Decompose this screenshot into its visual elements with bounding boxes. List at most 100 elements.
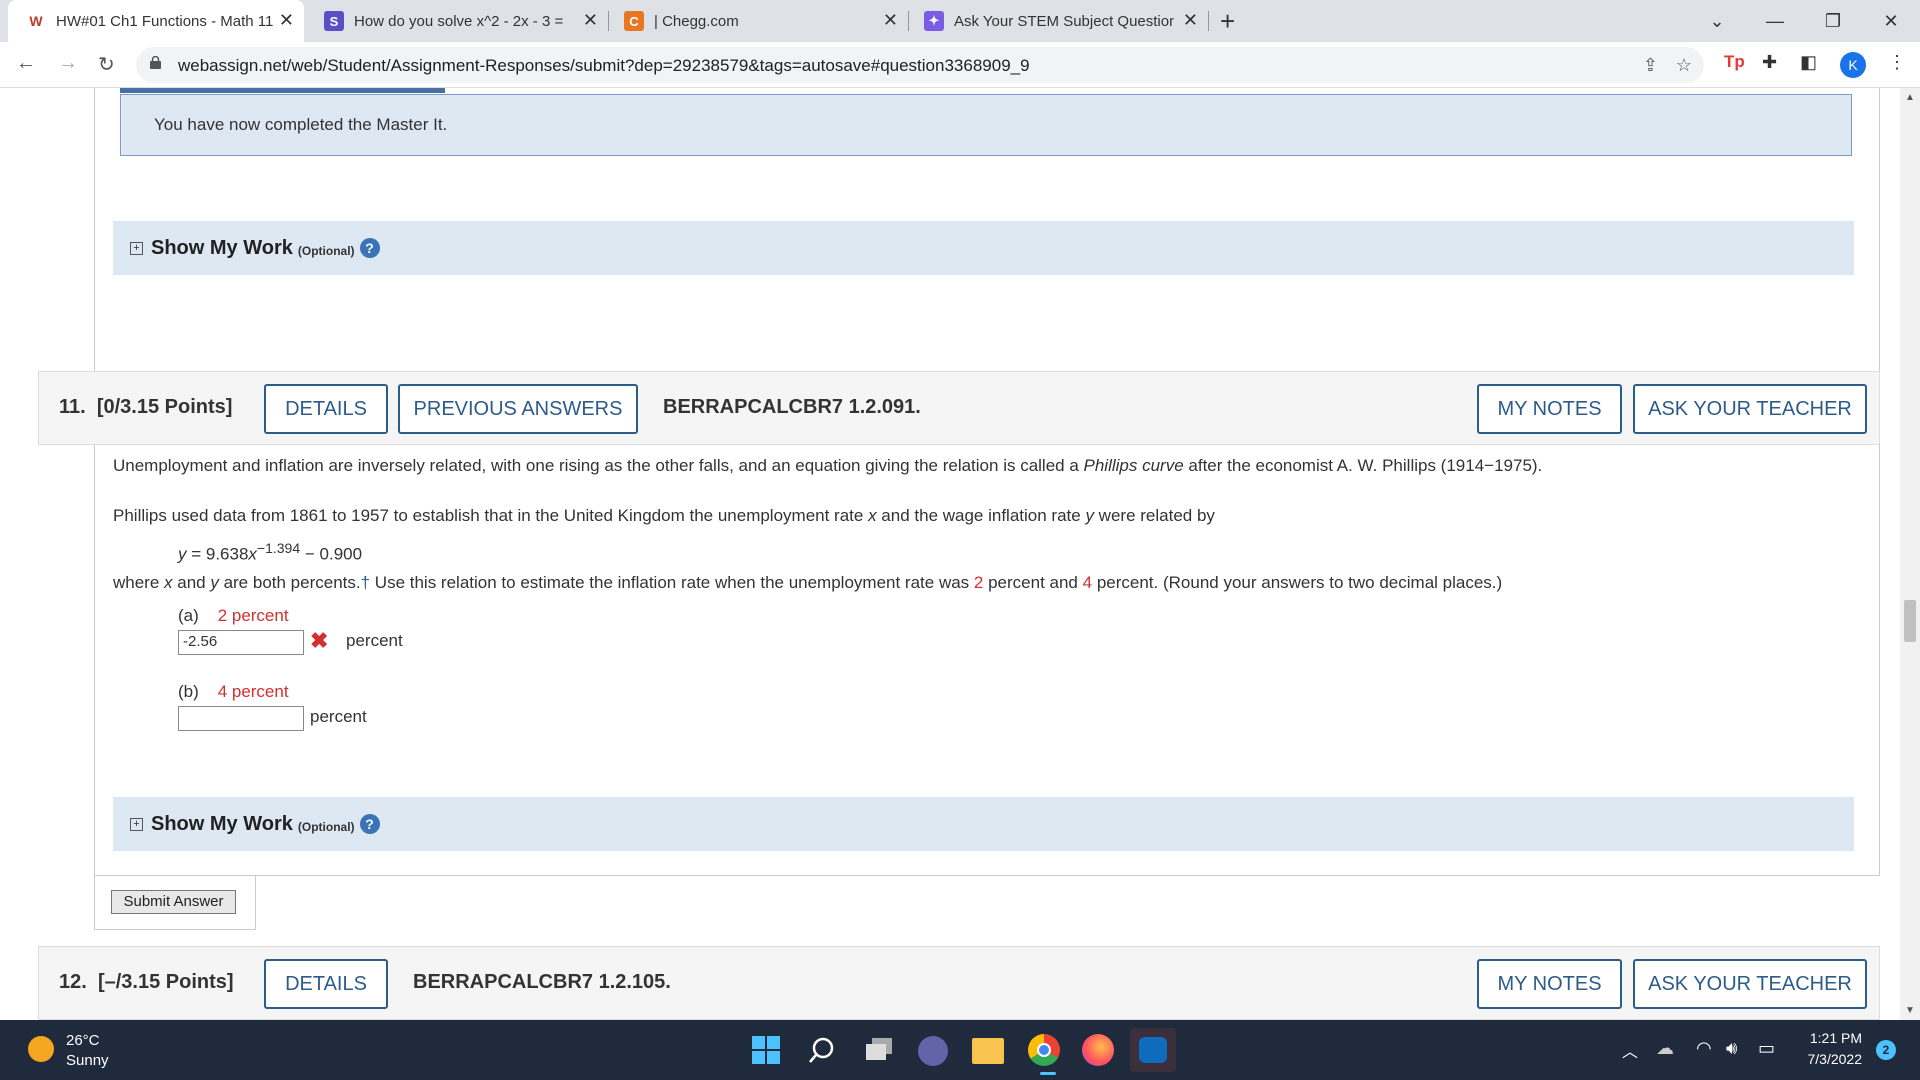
window-controls: ⌄ — ❐ ✕ — [1688, 0, 1920, 42]
tab-title: | Chegg.com — [654, 12, 739, 30]
extensions-puzzle-icon[interactable]: ✚ — [1762, 52, 1777, 73]
question-11-header: 11. [0/3.15 Points] DETAILS PREVIOUS ANS… — [38, 371, 1880, 445]
close-window-icon[interactable]: ✕ — [1862, 11, 1920, 32]
chrome-icon[interactable] — [1028, 1034, 1060, 1066]
ask-your-teacher-button[interactable]: ASK YOUR TEACHER — [1633, 384, 1867, 434]
teams-chat-icon[interactable] — [918, 1036, 948, 1066]
details-button[interactable]: DETAILS — [264, 959, 388, 1009]
question-number: 11. [0/3.15 Points] — [59, 396, 233, 418]
volume-icon[interactable]: 🔊︎ — [1726, 1038, 1737, 1059]
firefox-icon[interactable] — [1082, 1034, 1114, 1066]
previous-answers-button[interactable]: PREVIOUS ANSWERS — [398, 384, 638, 434]
part-a-answer-input[interactable]: -2.56 — [178, 630, 304, 655]
help-icon[interactable]: ? — [359, 814, 380, 834]
scroll-down-icon[interactable]: ▼ — [1905, 1005, 1915, 1016]
submit-answer-button[interactable]: Submit Answer — [111, 890, 236, 914]
browser-toolbar: ← → ↻ webassign.net/web/Student/Assignme… — [0, 42, 1920, 88]
clock-date[interactable]: 7/3/2022 — [1800, 1051, 1863, 1067]
phillips-equation: y = 9.638x−1.394 − 0.900 — [178, 540, 363, 564]
part-b-answer-input[interactable] — [178, 706, 304, 731]
question-paragraph-3: where x and y are both percents.† Use th… — [113, 573, 1503, 592]
file-explorer-icon[interactable] — [972, 1038, 1004, 1064]
question-code: BERRAPCALCBR7 1.2.091. — [663, 396, 921, 418]
lock-icon — [150, 56, 161, 69]
question-number: 12. [–/3.15 Points] — [59, 971, 234, 993]
page-content: You have now completed the Master It. + … — [0, 88, 1900, 1020]
tab-chegg[interactable]: C | Chegg.com ✕ — [612, 0, 908, 42]
notification-badge[interactable]: 2 — [1876, 1040, 1896, 1060]
question-paragraph-2: Phillips used data from 1861 to 1957 to … — [113, 506, 1215, 525]
tp-extension-icon[interactable]: Tp — [1724, 52, 1745, 72]
close-tab-icon[interactable]: ✕ — [279, 10, 294, 31]
reload-icon[interactable]: ↻ — [98, 52, 115, 77]
close-tab-icon[interactable]: ✕ — [883, 10, 898, 31]
scroll-thumb[interactable] — [1904, 600, 1916, 642]
tab-stem[interactable]: ✦ Ask Your STEM Subject Question ✕ — [912, 0, 1208, 42]
menu-kebab-icon[interactable]: ⋮ — [1888, 52, 1906, 73]
show-my-work-bar[interactable]: + Show My Work (Optional) ? — [113, 221, 1854, 275]
optional-label: (Optional) — [297, 819, 355, 834]
search-icon[interactable] — [808, 1036, 836, 1069]
part-a-unit: percent — [346, 631, 403, 650]
tab-strip: W HW#01 Ch1 Functions - Math 11 ✕ S How … — [0, 0, 1920, 42]
weather-condition[interactable]: Sunny — [66, 1052, 109, 1069]
url-text: webassign.net/web/Student/Assignment-Res… — [178, 56, 1030, 75]
onedrive-cloud-icon[interactable]: ☁ — [1656, 1038, 1674, 1059]
part-b-unit: percent — [310, 707, 367, 726]
footnote-dagger-link[interactable]: † — [361, 573, 370, 592]
ask-your-teacher-button[interactable]: ASK YOUR TEACHER — [1633, 959, 1867, 1009]
bookmark-star-icon[interactable]: ☆ — [1676, 55, 1692, 76]
tab-title: Ask Your STEM Subject Question — [954, 12, 1174, 30]
tab-title: HW#01 Ch1 Functions - Math 11 — [56, 12, 274, 30]
show-hidden-icons-chevron[interactable]: ︿ — [1622, 1038, 1638, 1062]
onedrive-app-icon[interactable] — [1130, 1028, 1176, 1072]
profile-avatar[interactable]: K — [1840, 52, 1866, 78]
side-panel-icon[interactable]: ◧ — [1800, 52, 1817, 73]
battery-icon[interactable]: ▭ — [1758, 1038, 1775, 1059]
part-b-label: (b) 4 percent — [178, 682, 289, 701]
forward-icon[interactable]: → — [58, 52, 78, 75]
show-my-work-label[interactable]: Show My Work — [151, 813, 293, 836]
minimize-icon[interactable]: — — [1746, 11, 1804, 32]
tab-search-icon[interactable]: ⌄ — [1688, 11, 1746, 32]
my-notes-button[interactable]: MY NOTES — [1477, 959, 1622, 1009]
close-tab-icon[interactable]: ✕ — [583, 10, 598, 31]
tab-separator — [608, 11, 609, 31]
question-code: BERRAPCALCBR7 1.2.105. — [413, 971, 671, 993]
chegg-icon: C — [624, 11, 644, 31]
restore-icon[interactable]: ❐ — [1804, 11, 1862, 32]
tab-socratic[interactable]: S How do you solve x^2 - 2x - 3 = ✕ — [312, 0, 608, 42]
address-bar[interactable]: webassign.net/web/Student/Assignment-Res… — [136, 47, 1704, 83]
new-tab-button[interactable]: + — [1220, 0, 1235, 42]
page-scrollbar[interactable]: ▲ ▼ — [1900, 88, 1920, 1020]
task-view-icon[interactable] — [864, 1038, 894, 1062]
wifi-icon[interactable]: ◠ — [1696, 1038, 1712, 1059]
windows-start-icon[interactable] — [752, 1036, 780, 1064]
part-a-label: (a) 2 percent — [178, 606, 289, 625]
details-button[interactable]: DETAILS — [264, 384, 388, 434]
clock-time[interactable]: 1:21 PM — [1808, 1030, 1862, 1046]
optional-label: (Optional) — [297, 243, 355, 258]
tab-title: How do you solve x^2 - 2x - 3 = — [354, 12, 564, 30]
progress-bar — [120, 88, 445, 93]
taskbar: 26°C Sunny ︿ ☁ ◠ 🔊︎ ▭ 1:21 PM 7/3/2022 2 — [0, 1020, 1920, 1080]
back-icon[interactable]: ← — [16, 52, 36, 75]
socratic-icon: S — [324, 11, 344, 31]
show-my-work-label[interactable]: Show My Work — [151, 237, 293, 260]
show-my-work-bar[interactable]: + Show My Work (Optional) ? — [113, 797, 1854, 851]
my-notes-button[interactable]: MY NOTES — [1477, 384, 1622, 434]
weather-sun-icon[interactable] — [28, 1036, 54, 1062]
tab-webassign[interactable]: W HW#01 Ch1 Functions - Math 11 ✕ — [8, 0, 304, 42]
close-tab-icon[interactable]: ✕ — [1183, 10, 1198, 31]
expand-icon[interactable]: + — [130, 241, 143, 255]
question-12-header: 12. [–/3.15 Points] DETAILS BERRAPCALCBR… — [38, 946, 1880, 1020]
webassign-icon: W — [26, 11, 46, 31]
share-icon[interactable]: ⇪ — [1643, 55, 1658, 76]
master-it-message: You have now completed the Master It. — [120, 94, 1852, 156]
scroll-up-icon[interactable]: ▲ — [1905, 92, 1915, 103]
expand-icon[interactable]: + — [130, 817, 143, 831]
weather-temperature[interactable]: 26°C — [66, 1032, 100, 1049]
incorrect-x-icon: ✖ — [310, 628, 329, 653]
ai-icon: ✦ — [924, 11, 944, 31]
help-icon[interactable]: ? — [359, 238, 380, 258]
